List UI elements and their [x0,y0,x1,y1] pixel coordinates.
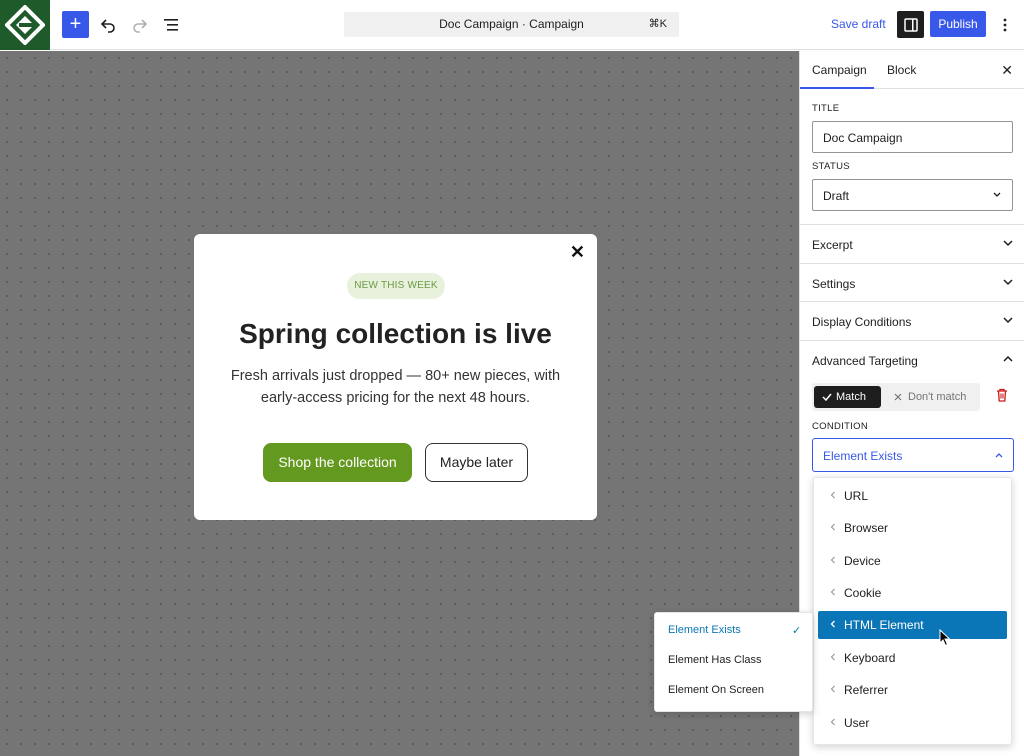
chevron-left-icon [830,620,835,628]
menu-item-device[interactable]: Device [818,547,1007,575]
menu-item-keyboard[interactable]: Keyboard [818,644,1007,672]
chevron-left-icon [830,588,835,596]
panel-display-conditions-label: Display Conditions [812,315,912,329]
chevron-down-icon [993,192,1001,197]
menu-item-label: Cookie [844,586,882,600]
campaign-popup[interactable]: ✕ NEW THIS WEEK Spring collection is liv… [194,234,597,520]
status-label: STATUS [812,161,850,172]
submenu-item-element-has-class[interactable]: Element Has Class [668,654,762,666]
panel-settings-label: Settings [812,277,856,291]
undo-icon[interactable] [95,12,121,38]
logo-icon[interactable] [0,0,50,50]
editor-header: + Doc Campaign · Campaign ⌘K Save draft … [0,0,1024,50]
status-value: Draft [823,189,850,203]
match-option[interactable]: Match [814,386,881,408]
sidebar-toggle-icon[interactable] [897,11,924,38]
check-icon [822,393,832,402]
chevron-down-icon [1003,317,1013,324]
panel-settings[interactable]: Settings [800,263,1024,302]
chevron-left-icon [830,556,835,564]
menu-item-cookie[interactable]: Cookie [818,579,1007,607]
menu-item-label: HTML Element [844,618,924,632]
condition-type-menu: URL Browser Device Cookie HTML Element K… [813,477,1012,745]
shop-collection-button[interactable]: Shop the collection [263,443,412,482]
tab-block[interactable]: Block [887,63,916,77]
menu-item-user[interactable]: User [818,709,1007,737]
panel-excerpt-label: Excerpt [812,238,853,252]
match-label: Match [836,391,866,403]
submenu-item-element-exists[interactable]: Element Exists [668,624,741,636]
condition-label: CONDITION [812,421,869,432]
chevron-left-icon [830,685,835,693]
popup-close-icon[interactable]: ✕ [570,242,585,263]
condition-select[interactable]: Element Exists [812,438,1014,472]
chevron-left-icon [830,653,835,661]
save-draft-button[interactable]: Save draft [831,17,886,31]
menu-item-label: URL [844,489,869,503]
chevron-left-icon [830,718,835,726]
menu-item-label: Keyboard [844,651,896,665]
chevron-up-icon [995,453,1003,458]
menu-item-browser[interactable]: Browser [818,514,1007,542]
popup-badge: NEW THIS WEEK [347,273,445,299]
mouse-cursor-icon [939,628,951,650]
match-toggle-group: Match Don't match [812,383,980,411]
title-field[interactable]: Doc Campaign [812,121,1013,153]
dont-match-label: Don't match [908,391,967,403]
status-select[interactable]: Draft [812,179,1013,211]
dont-match-option[interactable]: Don't match [894,386,966,408]
popup-text: Fresh arrivals just dropped — 80+ new pi… [230,368,561,406]
chevron-left-icon [830,523,835,531]
list-view-icon[interactable] [159,12,185,38]
chevron-left-icon [830,491,835,499]
tab-campaign[interactable]: Campaign [812,63,867,77]
active-tab-indicator [800,87,874,89]
submenu-item-element-on-screen[interactable]: Element On Screen [668,684,764,696]
close-icon[interactable]: ✕ [1001,62,1013,79]
chevron-down-icon [1003,279,1013,286]
more-options-icon[interactable] [994,12,1016,38]
popup-title: Spring collection is live [239,318,552,349]
menu-item-label: User [844,716,870,730]
redo-icon[interactable] [127,12,153,38]
publish-button[interactable]: Publish [930,11,986,37]
maybe-later-button[interactable]: Maybe later [425,443,528,482]
check-icon: ✓ [792,625,802,637]
menu-item-referrer[interactable]: Referrer [818,676,1007,704]
menu-item-label: Browser [844,521,889,535]
title-label: TITLE [812,103,840,114]
menu-item-label: Device [844,554,881,568]
command-palette-bar[interactable]: Doc Campaign · Campaign ⌘K [344,12,679,37]
chevron-down-icon [1003,240,1013,247]
menu-item-url[interactable]: URL [818,482,1007,510]
panel-excerpt[interactable]: Excerpt [800,224,1024,263]
condition-value: Element Exists [823,449,903,463]
panel-display-conditions[interactable]: Display Conditions [800,301,1024,340]
menu-item-html-element[interactable]: HTML Element [818,611,1007,639]
add-block-button[interactable]: + [62,11,89,38]
menu-item-label: Referrer [844,683,889,697]
html-element-submenu: Element Exists ✓ Element Has Class Eleme… [654,612,813,712]
chevron-up-icon [1003,355,1013,362]
sidebar-tabs: Campaign Block ✕ [800,51,1024,89]
x-icon [894,393,902,401]
shortcut-hint: ⌘K [648,18,667,30]
document-title: Doc Campaign · Campaign [439,17,584,31]
trash-icon[interactable] [996,388,1008,405]
panel-advanced-targeting-label: Advanced Targeting [812,354,918,368]
